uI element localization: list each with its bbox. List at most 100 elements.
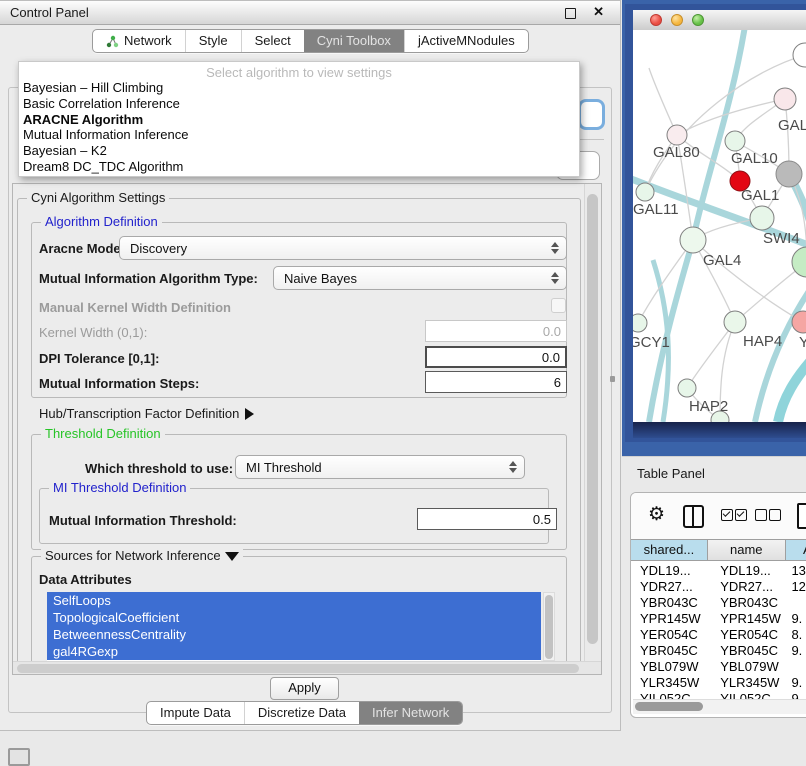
node-gcy1[interactable] [633,314,647,332]
table-body: YDL19... YDL19... 13 YDR27... YDR27... 1… [631,563,806,707]
focused-combobox-fragment[interactable] [578,99,605,130]
dropdown-item-selected[interactable]: ARACNE Algorithm [19,112,579,128]
hub-definition-expander[interactable]: Hub/Transcription Factor Definition [39,406,254,421]
attribute-list-scrollbar[interactable] [543,592,555,661]
table-row[interactable]: YPR145W YPR145W 9. [631,611,806,627]
tab-network[interactable]: Network [93,30,185,52]
mi-threshold-field[interactable] [417,508,557,530]
tab-cyni-toolbox[interactable]: Cyni Toolbox [304,30,404,52]
network-icon [106,35,119,48]
network-window-titlebar[interactable] [633,10,806,31]
dropdown-item[interactable]: Dream8 DC_TDC Algorithm [19,159,579,175]
node-gal4[interactable] [680,227,706,253]
table-row[interactable]: YBR045C YBR045C 9. [631,643,806,659]
dropdown-item[interactable]: Bayesian – K2 [19,143,579,159]
table-row[interactable]: YER054C YER054C 8. [631,627,806,643]
tab-select[interactable]: Select [241,30,304,52]
select-all-checkbox-icon[interactable] [721,509,733,521]
table-row[interactable]: YBL079W YBL079W [631,659,806,675]
maximize-window-icon[interactable] [692,14,704,26]
threshold-definition-title: Threshold Definition [41,426,165,441]
close-window-icon[interactable] [650,14,662,26]
node-hap2[interactable] [678,379,696,397]
apply-button[interactable]: Apply [270,677,339,700]
sources-title-label: Sources for Network Inference [45,548,221,563]
scrollbar-thumb[interactable] [587,194,598,644]
docked-panel-icon[interactable] [8,748,30,766]
table-toolbar: ⚙ [631,493,806,539]
settings-horizontal-scrollbar[interactable] [13,661,601,674]
node-gal10[interactable] [725,131,745,151]
minimize-window-icon[interactable] [671,14,683,26]
data-attributes-list: SelfLoops TopologicalCoefficient Between… [47,592,541,661]
close-panel-icon[interactable]: ✕ [593,4,604,20]
gear-icon[interactable]: ⚙ [648,505,665,525]
deselect-all-checkbox-icon[interactable] [755,509,767,521]
table-horizontal-scrollbar[interactable] [633,699,806,714]
dropdown-item[interactable]: Bayesian – Hill Climbing [19,80,579,96]
column-header-name[interactable]: name [708,540,786,560]
attribute-item-selected[interactable]: TopologicalCoefficient [47,609,541,626]
triangle-down-icon [225,552,239,561]
screen: Control Panel ✕ Network Style Select Cyn… [0,0,806,762]
scrollbar-thumb[interactable] [17,664,579,673]
node-label: Y [799,334,806,351]
control-panel-tabbar: Network Style Select Cyni Toolbox jActiv… [92,29,529,53]
settings-scrollpane: Cyni Algorithm Settings Algorithm Defini… [12,183,602,675]
node[interactable] [793,43,806,67]
node-gal1[interactable] [750,206,774,230]
mi-type-label: Mutual Information Algorithm Type: [39,271,258,286]
settings-viewport: Cyni Algorithm Settings Algorithm Defini… [13,184,585,661]
node-hap4[interactable] [724,311,746,333]
attribute-item-selected[interactable]: BetweennessCentrality [47,626,541,643]
tab-jactivemnodules[interactable]: jActiveMNodules [404,30,528,52]
table-row[interactable]: YDR27... YDR27... 12 [631,579,806,595]
kernel-width-label: Kernel Width (0,1): [39,325,147,340]
node-gal11[interactable] [636,183,654,201]
deselect-all-checkbox-icon[interactable] [769,509,781,521]
manual-kernel-checkbox[interactable] [551,298,566,313]
edge [649,30,745,422]
mi-steps-field[interactable] [425,371,567,393]
sources-group-title[interactable]: Sources for Network Inference [41,548,243,563]
attribute-item-selected[interactable]: SelfLoops [47,592,541,609]
tab-style[interactable]: Style [185,30,241,52]
table-panel: ⚙ shared... name A YDL19... YDL19... 13 … [630,492,806,718]
tab-infer-network[interactable]: Infer Network [359,702,462,724]
dropdown-item[interactable]: Mutual Information Inference [19,127,579,143]
aracne-mode-combobox[interactable]: Discovery [119,236,567,260]
show-columns-icon[interactable] [683,505,704,528]
which-threshold-value: MI Threshold [236,460,505,475]
column-header-shared-name[interactable]: shared... [631,540,708,560]
column-header-truncated[interactable]: A [786,540,806,560]
hub-definition-label: Hub/Transcription Factor Definition [39,406,239,421]
scrollbar-thumb[interactable] [635,702,703,711]
stepper-arrows-icon [505,461,521,473]
dropdown-item[interactable]: Basic Correlation Inference [19,96,579,112]
stepper-arrows-icon [547,272,563,284]
panel-splitter-handle[interactable] [610,376,615,382]
float-panel-icon[interactable] [565,8,576,19]
tab-discretize-data[interactable]: Discretize Data [244,702,359,724]
window-shadow [633,422,806,438]
kernel-width-field[interactable] [425,320,567,342]
mi-type-combobox[interactable]: Naive Bayes [273,266,567,290]
settings-vertical-scrollbar[interactable] [584,184,601,661]
network-canvas[interactable]: GAL7 GAL80 GAL10 GAL1 SWI4 GAL11 GAL4 GC… [633,30,806,422]
mi-steps-label: Mutual Information Steps: [39,376,199,391]
node-gray[interactable] [776,161,802,187]
node-gal80[interactable] [667,125,687,145]
table-row[interactable]: YBR043C YBR043C [631,595,806,611]
attribute-item-selected[interactable]: gal4RGexp [47,643,541,660]
table-panel-title: Table Panel [637,466,705,481]
table-row[interactable]: YLR345W YLR345W 9. [631,675,806,691]
dpi-tolerance-field[interactable] [425,346,567,368]
tab-impute-data[interactable]: Impute Data [147,702,244,724]
node-gal7[interactable] [774,88,796,110]
which-threshold-combobox[interactable]: MI Threshold [235,455,525,479]
table-row[interactable]: YDL19... YDL19... 13 [631,563,806,579]
export-table-icon[interactable] [797,503,806,529]
groupbox-border-fragment [576,139,604,140]
node-label: GAL10 [731,150,778,167]
select-all-checkbox-icon[interactable] [735,509,747,521]
